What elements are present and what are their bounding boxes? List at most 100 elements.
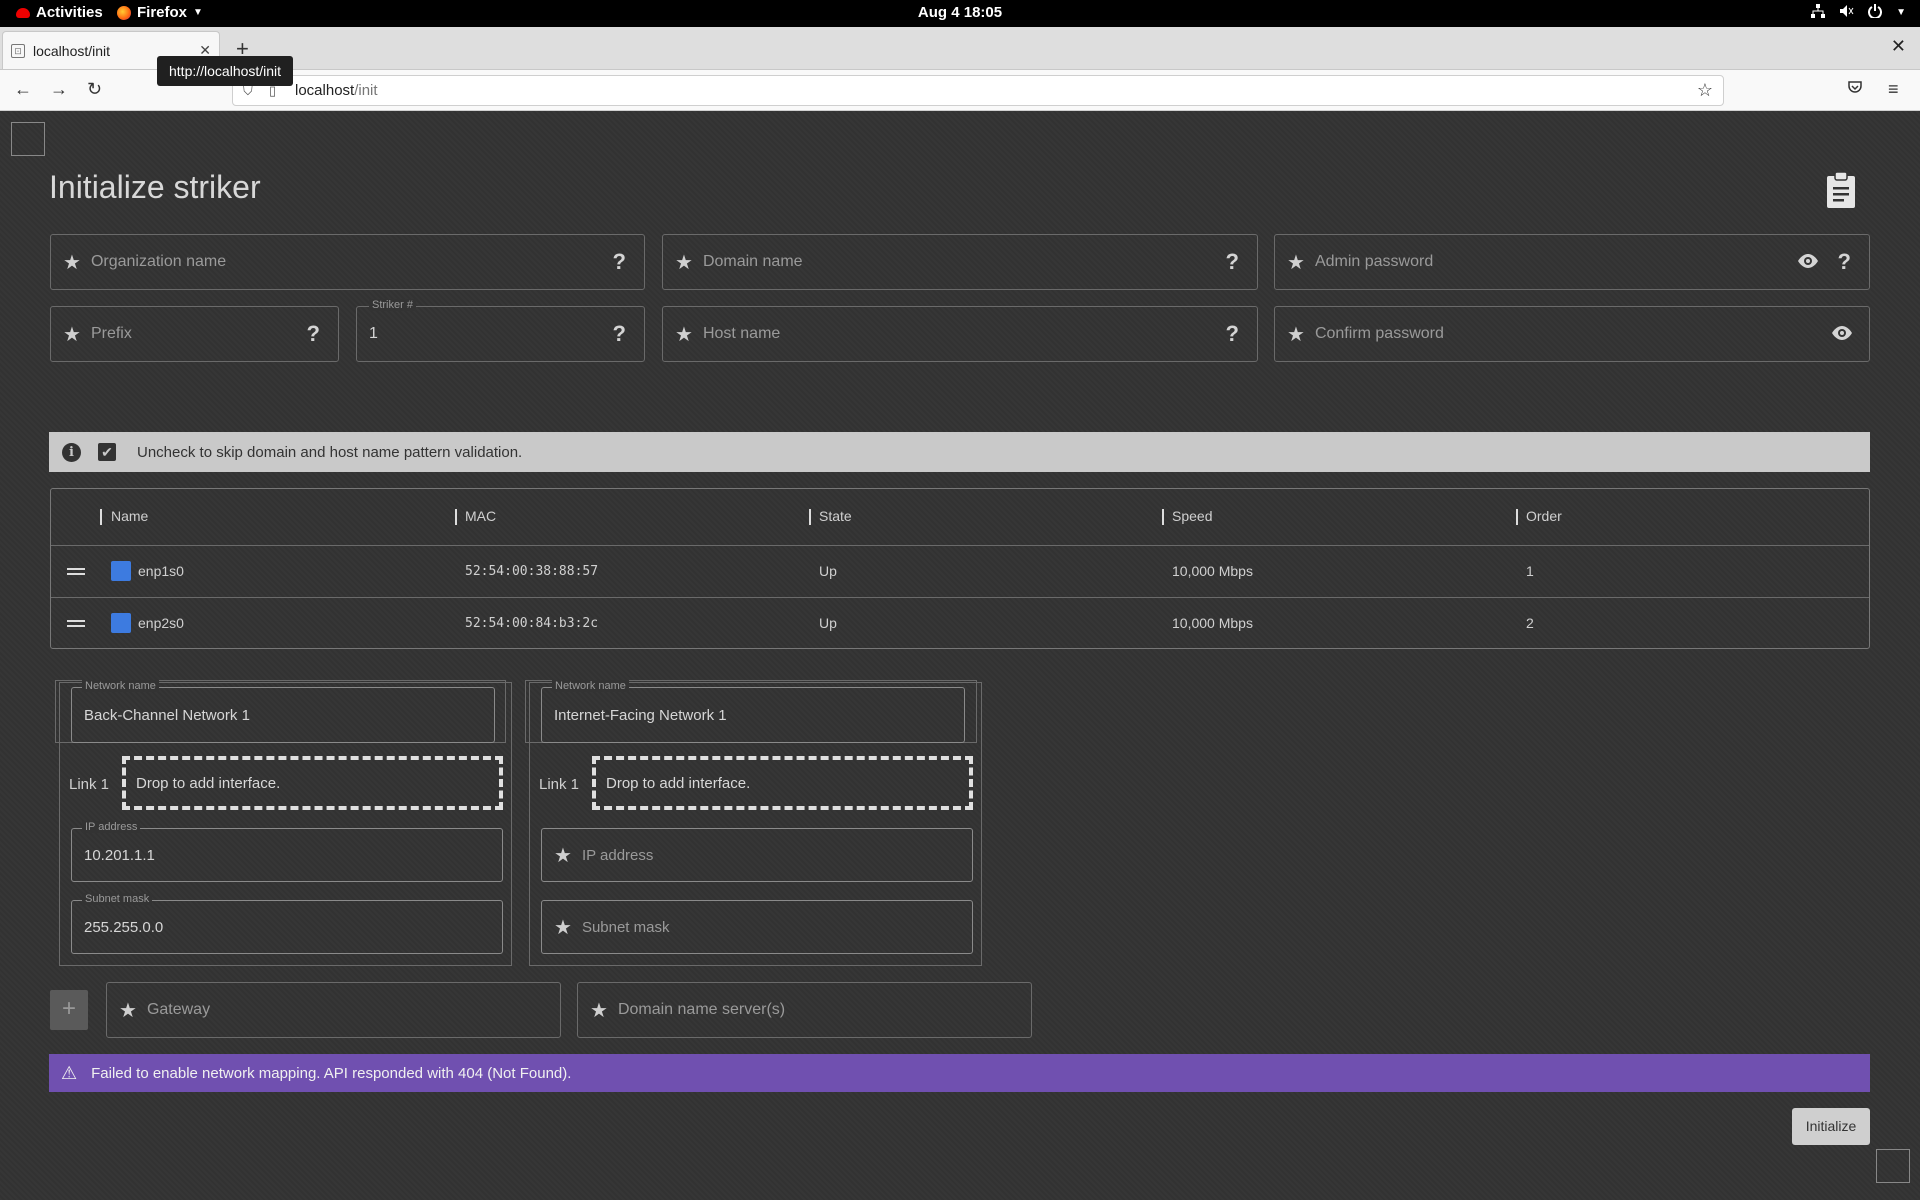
prefix-field[interactable]: ★ Prefix ? [50, 306, 339, 362]
column-separator [809, 509, 811, 525]
system-tray[interactable]: ▼ [1811, 4, 1906, 21]
striker-number-field[interactable]: Striker # 1 ? [356, 299, 645, 362]
host-name-field[interactable]: ★ Host name ? [662, 306, 1258, 362]
eye-icon[interactable] [1831, 324, 1853, 345]
field-placeholder: Gateway [146, 1001, 211, 1018]
network-name-field[interactable]: Network name Back-Channel Network 1 [71, 680, 495, 743]
page-content: Initialize striker ★ Organization name ?… [0, 111, 1920, 1200]
page-title: Initialize striker [49, 169, 261, 205]
required-star-icon: ★ [554, 844, 572, 867]
interface-drop-zone[interactable]: Drop to add interface. [122, 756, 503, 810]
interface-drop-zone[interactable]: Drop to add interface. [592, 756, 973, 810]
field-value: Internet-Facing Network 1 [554, 706, 727, 724]
confirm-password-field[interactable]: ★ Confirm password [1274, 306, 1870, 362]
gateway-field[interactable]: ★ Gateway [106, 982, 561, 1038]
help-icon[interactable]: ? [1226, 249, 1239, 275]
corner-square[interactable] [11, 122, 45, 156]
field-placeholder: Confirm password [1314, 325, 1444, 342]
interface-mac: 52:54:00:38:88:57 [465, 564, 599, 579]
required-star-icon: ★ [1287, 251, 1305, 274]
table-row[interactable]: enp1s0 52:54:00:38:88:57 Up 10,000 Mbps … [51, 545, 1869, 597]
add-network-button[interactable]: + [50, 990, 88, 1030]
url-host: localhost [295, 82, 355, 99]
column-separator [100, 509, 102, 525]
url-tooltip: http://localhost/init [157, 56, 294, 86]
organization-name-field[interactable]: ★ Organization name ? [50, 234, 645, 290]
domain-name-field[interactable]: ★ Domain name ? [662, 234, 1258, 290]
column-header-mac[interactable]: MAC [465, 508, 496, 524]
ip-address-field[interactable]: IP address 10.201.1.1 [71, 821, 503, 882]
system-top-bar: Activities Firefox ▼ Aug 4 18:05 ▼ [0, 0, 1920, 27]
table-row[interactable]: enp2s0 52:54:00:84:b3:2c Up 10,000 Mbps … [51, 597, 1869, 649]
clipboard-icon[interactable] [1825, 171, 1857, 209]
drag-handle-icon[interactable] [67, 620, 85, 627]
app-name: Firefox [137, 4, 188, 21]
column-separator [1162, 509, 1164, 525]
bookmark-star-icon[interactable]: ☆ [1697, 80, 1713, 101]
required-star-icon: ★ [675, 251, 693, 274]
help-icon[interactable]: ? [1226, 321, 1239, 347]
field-label: Subnet mask [82, 893, 153, 905]
network-icon [1811, 4, 1826, 21]
interface-name: enp1s0 [138, 563, 184, 579]
required-star-icon: ★ [1287, 323, 1305, 346]
menu-icon[interactable]: ≡ [1888, 79, 1899, 100]
drag-handle-icon[interactable] [67, 568, 85, 575]
corner-square[interactable] [1876, 1149, 1910, 1183]
required-star-icon: ★ [554, 916, 572, 939]
help-icon[interactable]: ? [613, 249, 626, 275]
url-bar[interactable]: ⛉ ▯ localhost/init ☆ [232, 75, 1724, 106]
required-star-icon: ★ [63, 251, 81, 274]
field-placeholder: Domain name [702, 253, 803, 270]
link-label: Link 1 [69, 776, 110, 793]
field-placeholder: Domain name server(s) [617, 1001, 786, 1018]
field-label: IP address [82, 821, 141, 833]
close-window-icon[interactable]: ✕ [1891, 36, 1906, 57]
page-icon: ⊡ [11, 43, 25, 58]
required-star-icon: ★ [119, 999, 137, 1022]
field-label: Striker # [369, 299, 416, 311]
info-icon: i [62, 442, 81, 462]
chevron-down-icon: ▼ [1896, 7, 1906, 18]
interface-state: Up [819, 563, 837, 579]
field-placeholder: Organization name [90, 253, 227, 270]
help-icon[interactable]: ? [613, 321, 626, 347]
eye-icon[interactable] [1797, 252, 1819, 273]
validation-text: Uncheck to skip domain and host name pat… [137, 443, 523, 461]
field-placeholder: Admin password [1314, 253, 1434, 270]
activities-label: Activities [36, 4, 103, 21]
ip-address-field[interactable]: ★ IP address [541, 828, 973, 882]
interface-state: Up [819, 615, 837, 631]
interface-color-chip [111, 561, 131, 581]
pocket-icon[interactable] [1848, 80, 1862, 98]
field-label: Network name [552, 680, 629, 692]
link-label: Link 1 [539, 776, 580, 793]
initialize-button[interactable]: Initialize [1792, 1108, 1870, 1145]
help-icon[interactable]: ? [1838, 249, 1851, 275]
table-header: Name MAC State Speed Order [51, 489, 1869, 545]
help-icon[interactable]: ? [307, 321, 320, 347]
subnet-mask-field[interactable]: ★ Subnet mask [541, 900, 973, 954]
field-placeholder: Subnet mask [581, 918, 670, 936]
back-icon[interactable]: ← [14, 79, 32, 100]
network-name-field[interactable]: Network name Internet-Facing Network 1 [541, 680, 965, 743]
drop-zone-text: Drop to add interface. [136, 774, 281, 792]
admin-password-field[interactable]: ★ Admin password ? [1274, 234, 1870, 290]
volume-muted-icon [1839, 4, 1854, 21]
column-header-order[interactable]: Order [1526, 508, 1562, 524]
reload-icon[interactable]: ↻ [87, 79, 102, 100]
subnet-mask-field[interactable]: Subnet mask 255.255.0.0 [71, 893, 503, 954]
required-star-icon: ★ [590, 999, 608, 1022]
column-header-state[interactable]: State [819, 508, 852, 524]
column-header-name[interactable]: Name [111, 508, 148, 524]
clock[interactable]: Aug 4 18:05 [0, 4, 1920, 21]
activities-button[interactable]: Activities [16, 4, 103, 21]
forward-icon[interactable]: → [50, 79, 68, 100]
field-placeholder: Host name [702, 325, 781, 342]
redhat-logo-icon [16, 7, 30, 18]
validation-checkbox[interactable]: ✔ [98, 443, 116, 461]
field-value: Back-Channel Network 1 [84, 706, 250, 724]
column-header-speed[interactable]: Speed [1172, 508, 1212, 524]
app-menu[interactable]: Firefox ▼ [117, 4, 203, 21]
dns-field[interactable]: ★ Domain name server(s) [577, 982, 1032, 1038]
